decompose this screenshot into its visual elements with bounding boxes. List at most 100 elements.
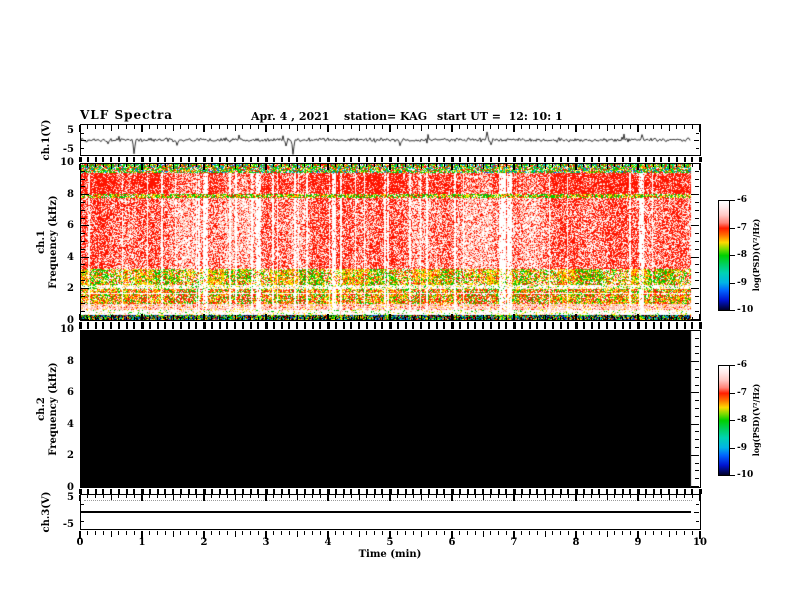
- x-tick-axis-bottom: [684, 531, 685, 535]
- x-tick-ch1spec-bottom: [126, 317, 127, 320]
- x-tick-gap2: [636, 322, 640, 329]
- x-tick-axis-bottom: [653, 531, 654, 535]
- x-tick-axis-bottom: [691, 531, 693, 535]
- x-tick-gap2: [86, 322, 89, 329]
- x-tick-gap1: [373, 157, 376, 162]
- x-tick-gap2: [172, 322, 174, 329]
- x-tick-ch1spec-top: [381, 164, 383, 167]
- x-tick-ch1spec-bottom: [575, 314, 577, 320]
- x-tick-gap1: [148, 157, 151, 162]
- x-tick-ch1spec-top: [420, 164, 422, 169]
- x-tick-gap3: [326, 489, 330, 494]
- x-tick-gap3: [443, 489, 446, 494]
- y-tick-ch2spec-left: [81, 478, 85, 479]
- x-tick-ch3wave-top: [637, 495, 639, 501]
- x-tick-ch1wave-top: [288, 125, 290, 129]
- x-tick-axis-bottom: [459, 531, 461, 535]
- x-tick-ch1spec-top: [405, 164, 406, 167]
- x-tick-gap2: [466, 322, 469, 329]
- x-tick-ch1spec-top: [567, 164, 569, 167]
- ch1-spec-ytick-label: 10: [60, 157, 74, 168]
- ch1-spec-ytick-label: 2: [67, 283, 74, 295]
- x-tick-gap2: [660, 322, 663, 329]
- x-tick-ch1spec-top: [552, 164, 554, 167]
- x-tick-ch1wave-top: [304, 125, 306, 129]
- x-tick-axis-bottom: [622, 531, 623, 535]
- y-tick-ch1spec-right: [695, 303, 699, 304]
- x-tick-gap3: [164, 489, 167, 494]
- x-tick-gap2: [102, 322, 105, 329]
- y-tick-ch1spec-left: [81, 179, 85, 180]
- x-tick-ch3wave-top: [591, 495, 592, 498]
- x-tick-ch1wave-top: [335, 125, 337, 129]
- x-tick-ch1spec-top: [118, 164, 120, 167]
- x-tick-gap1: [482, 157, 484, 162]
- x-tick-axis-bottom: [281, 531, 282, 535]
- x-tick-ch1spec-bottom: [234, 315, 236, 320]
- x-tick-ch1wave-top: [102, 125, 104, 129]
- x-tick-ch1wave-top: [95, 125, 96, 129]
- y-tick-ch1spec-left: [81, 202, 85, 203]
- y-tick-ch1spec-right: [695, 249, 699, 250]
- x-tick-gap1: [675, 157, 678, 162]
- x-tick-gap1: [489, 157, 492, 162]
- x-tick-ch1spec-top: [591, 164, 592, 167]
- x-tick-ch1wave-top: [211, 125, 213, 129]
- x-tick-axis-bottom: [211, 531, 213, 535]
- x-tick-ch1wave-top: [374, 125, 375, 129]
- x-tick-gap1: [388, 157, 392, 162]
- x-tick-gap1: [582, 157, 585, 162]
- x-tick-ch3wave-top: [684, 495, 685, 498]
- x-tick-axis-bottom: [133, 531, 135, 535]
- x-tick-ch1spec-bottom: [645, 317, 647, 320]
- x-tick-ch1spec-bottom: [195, 317, 197, 320]
- x-tick-ch1wave-top: [141, 125, 143, 132]
- x-tick-ch3wave-top: [575, 495, 577, 501]
- x-tick-ch1spec-bottom: [598, 317, 600, 320]
- x-tick-ch1spec-top: [451, 164, 453, 170]
- x-tick-gap1: [218, 157, 221, 162]
- y-tick-ch2spec-right: [695, 431, 699, 432]
- x-tick-axis-bottom: [412, 531, 414, 535]
- x-tick-gap1: [427, 157, 430, 162]
- x-tick-ch3wave-top: [188, 495, 189, 498]
- x-tick-gap1: [342, 157, 345, 162]
- x-tick-gap2: [381, 322, 384, 329]
- x-tick-ch1spec-top: [195, 164, 197, 167]
- x-tick-gap2: [358, 322, 360, 329]
- x-tick-axis-bottom: [195, 531, 197, 535]
- x-tick-gap1: [140, 157, 144, 162]
- x-tick-axis-bottom: [102, 531, 104, 535]
- x-tick-gap1: [412, 157, 415, 162]
- x-tick-ch1spec-bottom: [95, 317, 96, 320]
- colorbar-tick: [730, 200, 735, 201]
- x-tick-ch3wave-top: [335, 495, 337, 498]
- x-tick-gap2: [148, 322, 151, 329]
- x-tick-gap1: [296, 157, 298, 162]
- x-tick-gap1: [249, 157, 252, 162]
- x-tick-ch3wave-top: [428, 495, 430, 498]
- x-tick-gap3: [404, 489, 407, 494]
- x-tick-ch3wave-top: [79, 495, 81, 501]
- x-tick-ch1spec-top: [498, 164, 499, 167]
- x-tick-gap3: [396, 489, 399, 494]
- x-tick-gap1: [241, 157, 244, 162]
- panel-ch1-spectrogram: [80, 163, 701, 321]
- x-tick-gap3: [466, 489, 469, 494]
- x-tick-ch1wave-top: [110, 125, 112, 131]
- y-tick-ch1spec-right: [695, 186, 699, 187]
- x-tick-ch3wave-top: [645, 495, 647, 498]
- x-tick-ch3wave-top: [250, 495, 251, 498]
- x-tick-ch1spec-top: [133, 164, 135, 167]
- x-tick-gap1: [606, 157, 608, 162]
- x-tick-ch1spec-bottom: [319, 317, 321, 320]
- x-tick-ch1spec-top: [180, 164, 182, 167]
- x-tick-gap1: [288, 157, 291, 162]
- y-tick-ch2spec-right: [691, 455, 699, 456]
- x-tick-ch1spec-bottom: [397, 317, 399, 320]
- x-tick-ch1spec-bottom: [591, 317, 592, 320]
- y-tick-ch1spec-right: [695, 264, 699, 265]
- x-tick-gap3: [381, 489, 384, 494]
- x-tick-ch3wave-top: [265, 495, 267, 501]
- x-tick-ch1wave-top: [583, 125, 585, 129]
